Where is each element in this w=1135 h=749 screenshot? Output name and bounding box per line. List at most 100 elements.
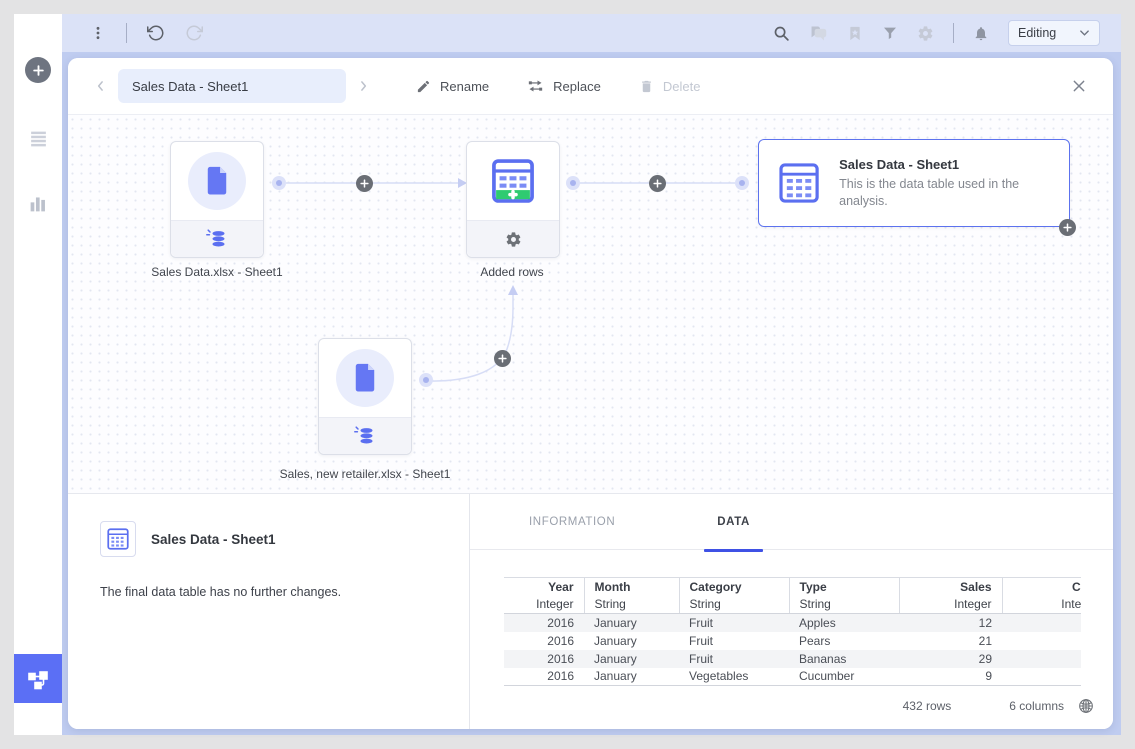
search-icon[interactable] [773, 25, 790, 42]
rename-label: Rename [440, 79, 489, 94]
toolbar-divider [953, 23, 954, 43]
cell: January [584, 632, 679, 650]
add-transformation-button[interactable] [356, 175, 373, 192]
comments-icon[interactable] [809, 25, 828, 42]
source-node-sales-data[interactable] [170, 141, 264, 258]
pages-list-icon[interactable] [14, 130, 62, 148]
column-header: Category [679, 578, 789, 596]
cell: 2016 [504, 614, 584, 632]
close-button[interactable] [1071, 78, 1087, 94]
cell: 2016 [504, 668, 584, 686]
canvas-header: Sales Data - Sheet1 Rename Replace Delet… [68, 58, 1113, 115]
pencil-icon [416, 79, 431, 94]
kebab-menu-icon[interactable] [90, 25, 106, 41]
next-source-button[interactable] [356, 79, 370, 93]
delete-label: Delete [663, 79, 701, 94]
chevron-left-icon [94, 79, 108, 93]
replace-icon [527, 78, 544, 94]
app-window: Editing Sales Data - Sheet1 [14, 14, 1121, 735]
cell: 2016 [504, 650, 584, 668]
data-table: Year Month Category Type Sales Co Intege… [504, 577, 1081, 686]
redo-icon[interactable] [185, 24, 203, 42]
details-section: Sales Data - Sheet1 The final data table… [68, 493, 1113, 729]
data-preview-panel: INFORMATION DATA Year Month [470, 494, 1113, 729]
operation-node-added-rows[interactable] [466, 141, 560, 258]
cell [1002, 614, 1081, 632]
cell [1002, 668, 1081, 686]
close-icon [1071, 78, 1087, 94]
bookmark-icon[interactable] [847, 25, 863, 42]
details-title: Sales Data - Sheet1 [151, 532, 276, 547]
column-header: Year [504, 578, 584, 596]
cell: Fruit [679, 632, 789, 650]
file-icon [202, 165, 232, 197]
cell: 9 [899, 668, 1002, 686]
row-count: 432 rows [903, 699, 952, 713]
table-row: 2016 January Fruit Apples 12 [504, 614, 1081, 632]
settings-gear-icon[interactable] [917, 25, 934, 42]
tab-data[interactable]: DATA [704, 494, 763, 550]
cell: Fruit [679, 650, 789, 668]
table-row: 2016 January Fruit Bananas 29 [504, 650, 1081, 668]
output-port [419, 373, 433, 387]
replace-button[interactable]: Replace [527, 78, 601, 94]
source-name-pill[interactable]: Sales Data - Sheet1 [118, 69, 346, 103]
cell: Vegetables [679, 668, 789, 686]
data-table-icon [775, 156, 823, 210]
cell: Bananas [789, 650, 899, 668]
column-type: Integ [1002, 596, 1081, 614]
node-label: Sales, new retailer.xlsx - Sheet1 [255, 467, 475, 481]
column-header-row: Year Month Category Type Sales Co [504, 578, 1081, 596]
column-type: String [679, 596, 789, 614]
add-transformation-button[interactable] [649, 175, 666, 192]
add-step-button[interactable] [1059, 219, 1076, 236]
column-header: Sales [899, 578, 1002, 596]
data-canvas-icon[interactable] [14, 654, 62, 703]
column-type: String [584, 596, 679, 614]
node-label: Sales Data.xlsx - Sheet1 [107, 265, 327, 279]
column-type: Integer [899, 596, 1002, 614]
cell: 21 [899, 632, 1002, 650]
file-icon-circle [188, 152, 246, 210]
add-button[interactable] [25, 57, 51, 83]
column-header: Month [584, 578, 679, 596]
previous-source-button[interactable] [94, 79, 108, 93]
file-icon [350, 362, 380, 394]
cell: Pears [789, 632, 899, 650]
delete-button[interactable]: Delete [639, 79, 701, 94]
canvas-area: Sales Data.xlsx - Sheet1 Added rows Sale… [68, 115, 1113, 493]
file-icon-circle [336, 349, 394, 407]
data-canvas-panel: Sales Data - Sheet1 Rename Replace Delet… [68, 58, 1113, 729]
node-footer-strip [319, 417, 411, 454]
source-node-new-retailer[interactable] [318, 338, 412, 455]
add-transformation-button[interactable] [494, 350, 511, 367]
editing-mode-dropdown[interactable]: Editing [1008, 20, 1100, 46]
cell: 2016 [504, 632, 584, 650]
final-node-title: Sales Data - Sheet1 [839, 157, 1053, 172]
visualizations-chart-icon[interactable] [14, 195, 62, 213]
tab-bar: INFORMATION DATA [470, 494, 1113, 550]
replace-label: Replace [553, 79, 601, 94]
cell [1002, 632, 1081, 650]
plus-icon [360, 179, 369, 188]
node-footer-strip [467, 220, 559, 257]
notifications-bell-icon[interactable] [973, 25, 989, 42]
rename-button[interactable]: Rename [416, 79, 489, 94]
globe-icon[interactable] [1078, 698, 1094, 714]
topbar: Editing [62, 14, 1121, 52]
table-footer: 432 rows 6 columns [470, 698, 1113, 714]
data-table-icon [105, 526, 131, 552]
undo-icon[interactable] [147, 24, 165, 42]
tab-information[interactable]: INFORMATION [516, 494, 628, 550]
cell: January [584, 650, 679, 668]
trash-icon [639, 79, 654, 94]
table-row: 2016 January Fruit Pears 21 [504, 632, 1081, 650]
cell: 12 [899, 614, 1002, 632]
node-settings-gear-icon[interactable] [505, 231, 522, 248]
data-table-container: Year Month Category Type Sales Co Intege… [504, 577, 1081, 686]
final-table-node[interactable]: Sales Data - Sheet1 This is the data tab… [758, 139, 1070, 227]
table-row: 2016 January Vegetables Cucumber 9 [504, 668, 1081, 686]
output-port [272, 176, 286, 190]
chevron-right-icon [356, 79, 370, 93]
filter-icon[interactable] [882, 25, 898, 41]
